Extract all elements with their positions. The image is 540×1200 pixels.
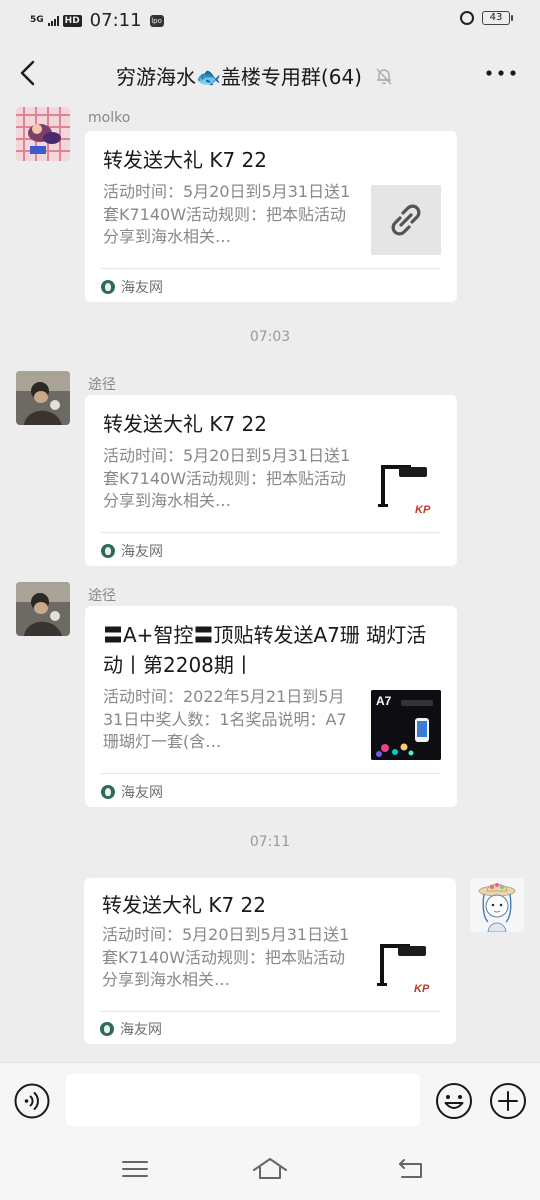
card-divider	[100, 1011, 440, 1012]
card-source: 海友网	[100, 1019, 162, 1039]
link-thumbnail	[371, 185, 441, 255]
add-more-icon[interactable]	[489, 1082, 527, 1120]
card-title: 〓A+智控〓顶贴转发送A7珊 瑚灯活动丨第2208期丨	[103, 623, 427, 677]
kp-logo: KP	[415, 504, 431, 516]
chat-title: 穷游海水🐟盖楼专用群(64)	[60, 61, 450, 90]
card-divider	[101, 268, 441, 269]
k7-lamp-image: KP	[371, 449, 441, 519]
link-icon	[391, 204, 421, 236]
avatar[interactable]	[16, 371, 70, 425]
card-source: 海友网	[101, 782, 163, 802]
haiyou-logo-icon	[101, 280, 115, 294]
card-source: 海友网	[101, 277, 163, 297]
avatar[interactable]	[16, 107, 70, 161]
haiyou-logo-icon	[100, 1022, 114, 1036]
timestamp: 07:03	[249, 329, 291, 345]
input-bar	[0, 1062, 540, 1140]
card-description: 活动时间：5月20日到5月31日送1套K7140W活动规则：把本贴活动分享到海水…	[103, 182, 351, 246]
k7-lamp-image: KP	[370, 928, 440, 998]
back-icon[interactable]	[396, 1154, 428, 1184]
back-arrow-icon[interactable]	[14, 58, 44, 88]
source-name: 海友网	[121, 544, 163, 560]
avatar[interactable]	[16, 582, 70, 636]
message-input[interactable]	[66, 1074, 420, 1126]
system-navigation-bar	[0, 1140, 540, 1200]
card-description: 活动时间：2022年5月21日到5月31日中奖人数：1名奖品说明：A7珊瑚灯一套…	[103, 687, 347, 751]
card-description: 活动时间：5月20日到5月31日送1套K7140W活动规则：把本贴活动分享到海水…	[103, 446, 351, 510]
home-icon[interactable]	[252, 1154, 288, 1184]
app-notification-icon: lpo	[149, 14, 164, 27]
card-divider	[101, 773, 441, 774]
signal-bars-icon	[47, 15, 59, 26]
status-bar: 5G HD 07:11 lpo 43	[0, 0, 540, 40]
source-name: 海友网	[120, 1022, 162, 1038]
card-title: 转发送大礼 K7 22	[102, 893, 267, 917]
link-card[interactable]: 转发送大礼 K7 22 活动时间：5月20日到5月31日送1套K7140W活动规…	[84, 878, 456, 1044]
chat-title-text: 穷游海水🐟盖楼专用群(64)	[116, 65, 362, 89]
more-options-icon[interactable]	[484, 60, 518, 86]
haiyou-logo-icon	[101, 785, 115, 799]
timestamp: 07:11	[249, 834, 291, 850]
voice-input-icon[interactable]	[14, 1083, 50, 1119]
sender-name: molko	[88, 110, 131, 126]
hd-badge: HD	[62, 14, 82, 27]
chat-header: 穷游海水🐟盖楼专用群(64)	[0, 48, 540, 100]
alarm-icon	[460, 11, 474, 25]
link-card[interactable]: 转发送大礼 K7 22 活动时间：5月20日到5月31日送1套K7140W活动规…	[85, 395, 457, 566]
emoji-icon[interactable]	[435, 1082, 473, 1120]
haiyou-logo-icon	[101, 544, 115, 558]
battery-icon: 43	[482, 11, 513, 25]
mute-bell-icon	[376, 68, 392, 84]
sender-name: 途径	[88, 377, 116, 393]
card-title: 转发送大礼 K7 22	[103, 148, 268, 172]
source-name: 海友网	[121, 785, 163, 801]
clock: 07:11	[89, 10, 142, 31]
signal-label: 5G	[30, 15, 44, 25]
card-title: 转发送大礼 K7 22	[103, 412, 268, 436]
card-source: 海友网	[101, 541, 163, 561]
card-divider	[101, 532, 441, 533]
a7-logo: A7	[376, 694, 392, 708]
menu-icon[interactable]	[119, 1154, 151, 1184]
kp-logo: KP	[414, 983, 430, 995]
source-name: 海友网	[121, 280, 163, 296]
sender-name: 途径	[88, 588, 116, 604]
link-card[interactable]: 〓A+智控〓顶贴转发送A7珊 瑚灯活动丨第2208期丨 活动时间：2022年5月…	[85, 606, 457, 807]
self-avatar[interactable]	[470, 878, 524, 932]
card-description: 活动时间：5月20日到5月31日送1套K7140W活动规则：把本贴活动分享到海水…	[102, 925, 350, 989]
a7-lamp-image: A7	[371, 690, 441, 760]
link-card[interactable]: 转发送大礼 K7 22 活动时间：5月20日到5月31日送1套K7140W活动规…	[85, 131, 457, 302]
